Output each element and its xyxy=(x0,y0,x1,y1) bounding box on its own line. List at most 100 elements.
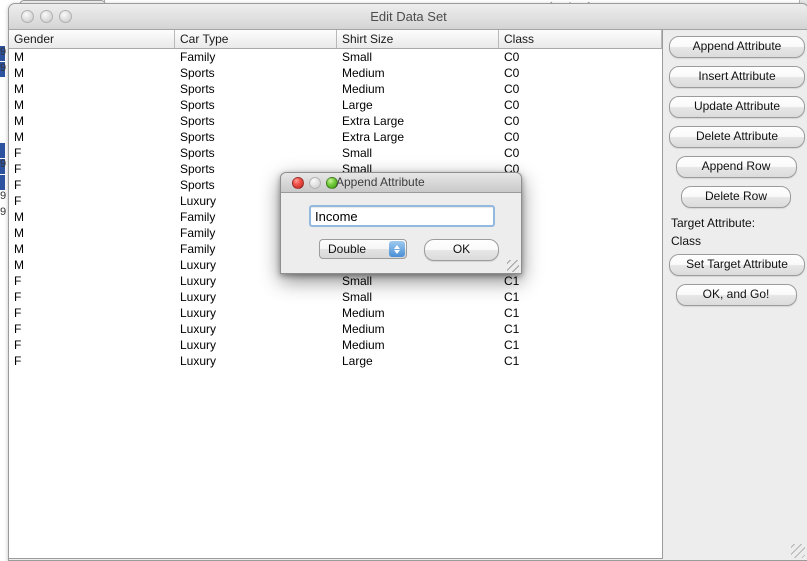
cell-shirt-size[interactable]: Medium xyxy=(337,321,499,337)
set-target-attribute-button[interactable]: Set Target Attribute xyxy=(669,254,805,276)
cell-shirt-size[interactable]: Small xyxy=(337,49,499,65)
cell-gender[interactable]: F xyxy=(9,321,175,337)
cell-class[interactable]: C1 xyxy=(499,289,662,305)
dialog-ok-button[interactable]: OK xyxy=(424,239,499,261)
cell-car-type[interactable]: Luxury xyxy=(175,273,337,289)
cell-car-type[interactable]: Sports xyxy=(175,65,337,81)
delete-row-button[interactable]: Delete Row xyxy=(681,186,791,208)
cell-gender[interactable]: M xyxy=(9,49,175,65)
cell-gender[interactable]: M xyxy=(9,129,175,145)
cell-class[interactable] xyxy=(499,257,662,273)
cell-car-type[interactable]: Luxury xyxy=(175,353,337,369)
cell-gender[interactable]: M xyxy=(9,225,175,241)
cell-car-type[interactable]: Sports xyxy=(175,129,337,145)
table-row[interactable]: M Sports Medium C0 xyxy=(9,65,662,81)
cell-gender[interactable]: M xyxy=(9,209,175,225)
cell-gender[interactable]: M xyxy=(9,65,175,81)
column-header-gender[interactable]: Gender xyxy=(9,30,175,48)
cell-class[interactable]: C1 xyxy=(499,321,662,337)
cell-gender[interactable]: F xyxy=(9,177,175,193)
cell-shirt-size[interactable]: Small xyxy=(337,289,499,305)
table-row[interactable]: F Luxury Medium C1 xyxy=(9,337,662,353)
window-titlebar[interactable]: Edit Data Set xyxy=(9,4,807,30)
table-row[interactable]: F Sports Small C0 xyxy=(9,145,662,161)
cell-shirt-size[interactable]: Medium xyxy=(337,81,499,97)
dialog-titlebar[interactable]: Append Attribute xyxy=(281,173,521,193)
cell-class[interactable]: C0 xyxy=(499,49,662,65)
cell-class[interactable]: C0 xyxy=(499,97,662,113)
cell-gender[interactable]: M xyxy=(9,97,175,113)
table-row[interactable]: F Luxury Medium C1 xyxy=(9,321,662,337)
table-row[interactable]: F Luxury Small C1 xyxy=(9,289,662,305)
cell-gender[interactable]: F xyxy=(9,273,175,289)
cell-gender[interactable]: F xyxy=(9,353,175,369)
chevron-updown-icon[interactable] xyxy=(389,241,405,257)
cell-class[interactable] xyxy=(499,209,662,225)
cell-class[interactable] xyxy=(499,225,662,241)
cell-shirt-size[interactable]: Large xyxy=(337,353,499,369)
attribute-name-input[interactable] xyxy=(309,205,495,227)
cell-car-type[interactable]: Sports xyxy=(175,113,337,129)
cell-car-type[interactable]: Sports xyxy=(175,81,337,97)
table-row[interactable]: M Sports Large C0 xyxy=(9,97,662,113)
table-row[interactable]: M Sports Extra Large C0 xyxy=(9,113,662,129)
cell-gender[interactable]: F xyxy=(9,337,175,353)
cell-gender[interactable]: M xyxy=(9,81,175,97)
cell-class[interactable]: C0 xyxy=(499,145,662,161)
table-row[interactable]: F Luxury Large C1 xyxy=(9,353,662,369)
cell-car-type[interactable]: Luxury xyxy=(175,321,337,337)
cell-gender[interactable]: F xyxy=(9,305,175,321)
column-header-class[interactable]: Class xyxy=(499,30,662,48)
cell-car-type[interactable]: Luxury xyxy=(175,337,337,353)
append-attribute-button[interactable]: Append Attribute xyxy=(669,36,805,58)
cell-class[interactable] xyxy=(499,193,662,209)
cell-gender[interactable]: M xyxy=(9,241,175,257)
insert-attribute-button[interactable]: Insert Attribute xyxy=(669,66,805,88)
dialog-traffic-lights[interactable] xyxy=(292,177,338,189)
cell-shirt-size[interactable]: Large xyxy=(337,97,499,113)
column-header-car-type[interactable]: Car Type xyxy=(175,30,337,48)
cell-class[interactable] xyxy=(499,241,662,257)
cell-class[interactable] xyxy=(499,177,662,193)
cell-shirt-size[interactable]: Medium xyxy=(337,305,499,321)
cell-class[interactable]: C0 xyxy=(499,113,662,129)
cell-class[interactable]: C0 xyxy=(499,81,662,97)
cell-class[interactable]: C0 xyxy=(499,129,662,145)
cell-car-type[interactable]: Luxury xyxy=(175,305,337,321)
cell-gender[interactable]: F xyxy=(9,289,175,305)
cell-gender[interactable]: M xyxy=(9,113,175,129)
resize-grip[interactable] xyxy=(791,544,805,558)
cell-class[interactable]: C1 xyxy=(499,273,662,289)
cell-gender[interactable]: F xyxy=(9,193,175,209)
cell-shirt-size[interactable]: Small xyxy=(337,273,499,289)
cell-shirt-size[interactable]: Extra Large xyxy=(337,129,499,145)
delete-attribute-button[interactable]: Delete Attribute xyxy=(669,126,805,148)
cell-gender[interactable]: M xyxy=(9,257,175,273)
cell-shirt-size[interactable]: Medium xyxy=(337,65,499,81)
dialog-resize-grip[interactable] xyxy=(507,260,519,272)
attribute-type-select[interactable]: Double xyxy=(319,239,407,259)
dialog-close-button[interactable] xyxy=(292,177,304,189)
cell-class[interactable]: C0 xyxy=(499,161,662,177)
table-row[interactable]: M Sports Medium C0 xyxy=(9,81,662,97)
cell-gender[interactable]: F xyxy=(9,145,175,161)
cell-class[interactable]: C1 xyxy=(499,305,662,321)
update-attribute-button[interactable]: Update Attribute xyxy=(669,96,805,118)
append-row-button[interactable]: Append Row xyxy=(675,156,797,178)
cell-shirt-size[interactable]: Small xyxy=(337,145,499,161)
cell-shirt-size[interactable]: Extra Large xyxy=(337,113,499,129)
cell-car-type[interactable]: Luxury xyxy=(175,289,337,305)
cell-shirt-size[interactable]: Medium xyxy=(337,337,499,353)
table-row[interactable]: F Luxury Small C1 xyxy=(9,273,662,289)
cell-car-type[interactable]: Sports xyxy=(175,97,337,113)
table-row[interactable]: M Family Small C0 xyxy=(9,49,662,65)
cell-gender[interactable]: F xyxy=(9,161,175,177)
table-row[interactable]: F Luxury Medium C1 xyxy=(9,305,662,321)
cell-class[interactable]: C1 xyxy=(499,353,662,369)
cell-car-type[interactable]: Sports xyxy=(175,145,337,161)
table-row[interactable]: M Sports Extra Large C0 xyxy=(9,129,662,145)
cell-class[interactable]: C0 xyxy=(499,65,662,81)
column-header-shirt-size[interactable]: Shirt Size xyxy=(337,30,499,48)
cell-class[interactable]: C1 xyxy=(499,337,662,353)
cell-car-type[interactable]: Family xyxy=(175,49,337,65)
